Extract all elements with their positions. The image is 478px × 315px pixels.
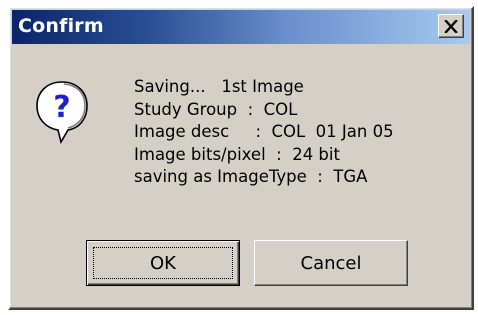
close-button[interactable]	[438, 14, 464, 38]
question-glyph: ?	[53, 90, 70, 125]
cancel-button-label: Cancel	[300, 252, 362, 274]
question-icon: ?	[36, 81, 88, 145]
message-text: Saving... 1st Image Study Group : COL Imag…	[134, 76, 394, 189]
cancel-button[interactable]: Cancel	[254, 240, 408, 286]
message-line-bits-pixel: Image bits/pixel : 24 bit	[134, 144, 340, 164]
message-line-image-type: saving as ImageType : TGA	[134, 167, 368, 187]
ok-button[interactable]: OK	[86, 240, 240, 286]
confirm-dialog: Confirm ? Saving... 1st Image Study Group…	[8, 6, 474, 310]
message-line-image-desc: Image desc : COL 01 Jan 05	[134, 122, 394, 142]
message-line-saving: Saving... 1st Image	[134, 77, 304, 96]
window-title: Confirm	[18, 15, 104, 37]
close-icon	[444, 19, 458, 33]
title-bar[interactable]: Confirm	[12, 10, 470, 44]
message-line-study-group: Study Group : COL	[134, 99, 298, 119]
focus-rect	[93, 247, 233, 279]
